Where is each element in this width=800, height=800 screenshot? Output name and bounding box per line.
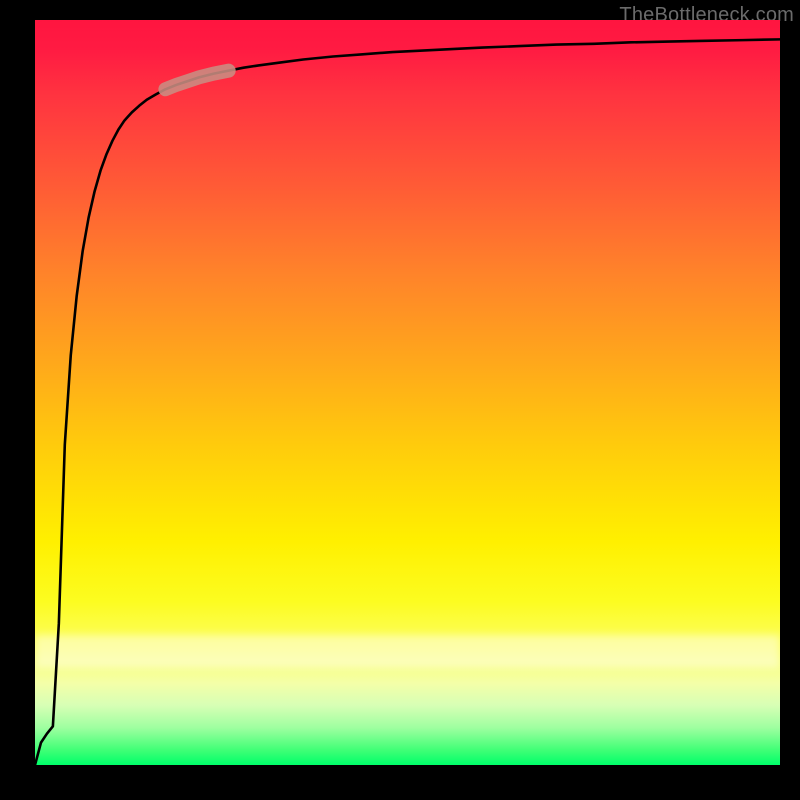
curve-layer	[35, 20, 780, 765]
bottleneck-curve	[35, 39, 780, 765]
plot-area	[35, 20, 780, 765]
chart-frame: TheBottleneck.com	[0, 0, 800, 800]
curve-highlight-segment	[165, 71, 228, 90]
